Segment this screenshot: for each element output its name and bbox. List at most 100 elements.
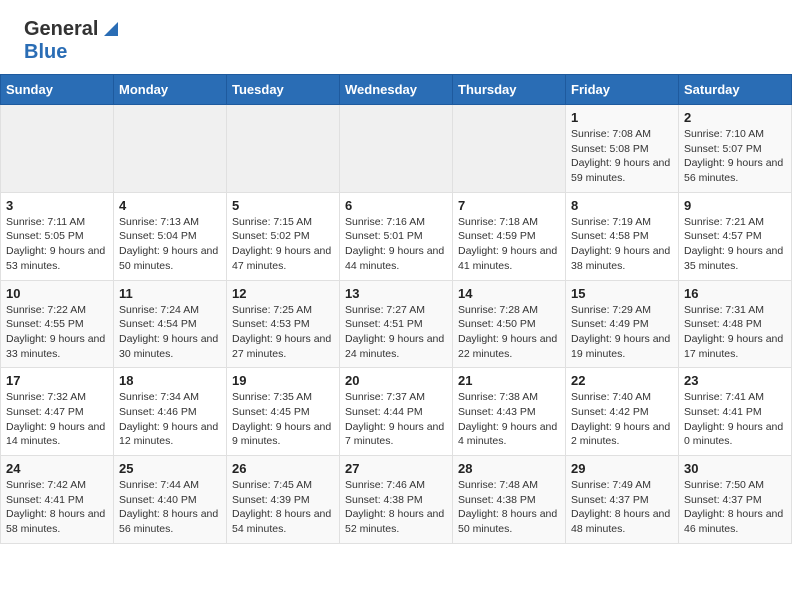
calendar-header: SundayMondayTuesdayWednesdayThursdayFrid… bbox=[1, 75, 792, 105]
day-cell: 6 Sunrise: 7:16 AM Sunset: 5:01 PM Daylig… bbox=[340, 192, 453, 280]
dow-friday: Friday bbox=[566, 75, 679, 105]
day-cell bbox=[453, 105, 566, 193]
day-cell: 16 Sunrise: 7:31 AM Sunset: 4:48 PM Dayli… bbox=[679, 280, 792, 368]
logo-icon bbox=[100, 18, 122, 40]
day-cell: 21Sunrise: 7:38 AM Sunset: 4:43 PM Dayli… bbox=[453, 368, 566, 456]
day-info: Sunrise: 7:25 AM Sunset: 4:53 PM Dayligh… bbox=[232, 303, 334, 362]
day-number: 2 bbox=[684, 110, 786, 125]
day-info: Sunrise: 7:11 AM Sunset: 5:05 PM Dayligh… bbox=[6, 215, 108, 274]
dow-sunday: Sunday bbox=[1, 75, 114, 105]
day-info: Sunrise: 7:41 AM Sunset: 4:41 PM Dayligh… bbox=[684, 390, 786, 449]
day-cell bbox=[340, 105, 453, 193]
day-cell: 8Sunrise: 7:19 AM Sunset: 4:58 PM Daylig… bbox=[566, 192, 679, 280]
day-cell: 30 Sunrise: 7:50 AM Sunset: 4:37 PM Dayli… bbox=[679, 456, 792, 544]
day-number: 18 bbox=[119, 373, 221, 388]
logo-blue-text: Blue bbox=[24, 41, 67, 63]
day-info: Sunrise: 7:24 AM Sunset: 4:54 PM Dayligh… bbox=[119, 303, 221, 362]
day-number: 17 bbox=[6, 373, 108, 388]
day-cell: 27 Sunrise: 7:46 AM Sunset: 4:38 PM Dayli… bbox=[340, 456, 453, 544]
day-cell bbox=[227, 105, 340, 193]
dow-monday: Monday bbox=[114, 75, 227, 105]
day-info: Sunrise: 7:49 AM Sunset: 4:37 PM Dayligh… bbox=[571, 478, 673, 537]
day-info: Sunrise: 7:28 AM Sunset: 4:50 PM Dayligh… bbox=[458, 303, 560, 362]
day-cell: 5 Sunrise: 7:15 AM Sunset: 5:02 PM Daylig… bbox=[227, 192, 340, 280]
day-number: 13 bbox=[345, 286, 447, 301]
day-number: 23 bbox=[684, 373, 786, 388]
day-cell: 20 Sunrise: 7:37 AM Sunset: 4:44 PM Dayli… bbox=[340, 368, 453, 456]
day-cell: 13 Sunrise: 7:27 AM Sunset: 4:51 PM Dayli… bbox=[340, 280, 453, 368]
day-info: Sunrise: 7:34 AM Sunset: 4:46 PM Dayligh… bbox=[119, 390, 221, 449]
day-cell bbox=[114, 105, 227, 193]
dow-thursday: Thursday bbox=[453, 75, 566, 105]
day-info: Sunrise: 7:46 AM Sunset: 4:38 PM Dayligh… bbox=[345, 478, 447, 537]
day-info: Sunrise: 7:21 AM Sunset: 4:57 PM Dayligh… bbox=[684, 215, 786, 274]
day-info: Sunrise: 7:48 AM Sunset: 4:38 PM Dayligh… bbox=[458, 478, 560, 537]
dow-tuesday: Tuesday bbox=[227, 75, 340, 105]
day-info: Sunrise: 7:32 AM Sunset: 4:47 PM Dayligh… bbox=[6, 390, 108, 449]
day-info: Sunrise: 7:31 AM Sunset: 4:48 PM Dayligh… bbox=[684, 303, 786, 362]
day-info: Sunrise: 7:15 AM Sunset: 5:02 PM Dayligh… bbox=[232, 215, 334, 274]
day-cell: 10Sunrise: 7:22 AM Sunset: 4:55 PM Dayli… bbox=[1, 280, 114, 368]
day-number: 25 bbox=[119, 461, 221, 476]
day-number: 6 bbox=[345, 198, 447, 213]
day-info: Sunrise: 7:27 AM Sunset: 4:51 PM Dayligh… bbox=[345, 303, 447, 362]
day-info: Sunrise: 7:13 AM Sunset: 5:04 PM Dayligh… bbox=[119, 215, 221, 274]
day-number: 12 bbox=[232, 286, 334, 301]
day-number: 1 bbox=[571, 110, 673, 125]
week-row: 1 Sunrise: 7:08 AM Sunset: 5:08 PM Daylig… bbox=[1, 105, 792, 193]
day-number: 4 bbox=[119, 198, 221, 213]
day-number: 15 bbox=[571, 286, 673, 301]
page-header: General Blue bbox=[0, 0, 792, 74]
day-info: Sunrise: 7:50 AM Sunset: 4:37 PM Dayligh… bbox=[684, 478, 786, 537]
day-cell: 26 Sunrise: 7:45 AM Sunset: 4:39 PM Dayli… bbox=[227, 456, 340, 544]
day-info: Sunrise: 7:08 AM Sunset: 5:08 PM Dayligh… bbox=[571, 127, 673, 186]
day-cell: 2 Sunrise: 7:10 AM Sunset: 5:07 PM Daylig… bbox=[679, 105, 792, 193]
day-number: 14 bbox=[458, 286, 560, 301]
day-cell: 28Sunrise: 7:48 AM Sunset: 4:38 PM Dayli… bbox=[453, 456, 566, 544]
day-number: 3 bbox=[6, 198, 108, 213]
day-number: 7 bbox=[458, 198, 560, 213]
day-cell: 17 Sunrise: 7:32 AM Sunset: 4:47 PM Dayli… bbox=[1, 368, 114, 456]
day-number: 19 bbox=[232, 373, 334, 388]
day-number: 8 bbox=[571, 198, 673, 213]
day-info: Sunrise: 7:35 AM Sunset: 4:45 PM Dayligh… bbox=[232, 390, 334, 449]
day-cell: 11Sunrise: 7:24 AM Sunset: 4:54 PM Dayli… bbox=[114, 280, 227, 368]
day-info: Sunrise: 7:16 AM Sunset: 5:01 PM Dayligh… bbox=[345, 215, 447, 274]
day-cell: 19 Sunrise: 7:35 AM Sunset: 4:45 PM Dayli… bbox=[227, 368, 340, 456]
day-info: Sunrise: 7:29 AM Sunset: 4:49 PM Dayligh… bbox=[571, 303, 673, 362]
day-cell: 3 Sunrise: 7:11 AM Sunset: 5:05 PM Daylig… bbox=[1, 192, 114, 280]
day-number: 30 bbox=[684, 461, 786, 476]
day-number: 27 bbox=[345, 461, 447, 476]
days-of-week-row: SundayMondayTuesdayWednesdayThursdayFrid… bbox=[1, 75, 792, 105]
day-number: 26 bbox=[232, 461, 334, 476]
day-info: Sunrise: 7:10 AM Sunset: 5:07 PM Dayligh… bbox=[684, 127, 786, 186]
day-cell: 18 Sunrise: 7:34 AM Sunset: 4:46 PM Dayli… bbox=[114, 368, 227, 456]
day-info: Sunrise: 7:38 AM Sunset: 4:43 PM Dayligh… bbox=[458, 390, 560, 449]
day-number: 20 bbox=[345, 373, 447, 388]
day-number: 29 bbox=[571, 461, 673, 476]
logo: General Blue bbox=[24, 18, 122, 64]
calendar-body: 1 Sunrise: 7:08 AM Sunset: 5:08 PM Daylig… bbox=[1, 105, 792, 544]
dow-saturday: Saturday bbox=[679, 75, 792, 105]
day-cell: 9 Sunrise: 7:21 AM Sunset: 4:57 PM Daylig… bbox=[679, 192, 792, 280]
day-cell: 12 Sunrise: 7:25 AM Sunset: 4:53 PM Dayli… bbox=[227, 280, 340, 368]
week-row: 3 Sunrise: 7:11 AM Sunset: 5:05 PM Daylig… bbox=[1, 192, 792, 280]
day-cell: 15 Sunrise: 7:29 AM Sunset: 4:49 PM Dayli… bbox=[566, 280, 679, 368]
day-info: Sunrise: 7:45 AM Sunset: 4:39 PM Dayligh… bbox=[232, 478, 334, 537]
day-number: 24 bbox=[6, 461, 108, 476]
day-info: Sunrise: 7:40 AM Sunset: 4:42 PM Dayligh… bbox=[571, 390, 673, 449]
week-row: 24Sunrise: 7:42 AM Sunset: 4:41 PM Dayli… bbox=[1, 456, 792, 544]
day-number: 9 bbox=[684, 198, 786, 213]
week-row: 10Sunrise: 7:22 AM Sunset: 4:55 PM Dayli… bbox=[1, 280, 792, 368]
day-cell: 7Sunrise: 7:18 AM Sunset: 4:59 PM Daylig… bbox=[453, 192, 566, 280]
day-cell: 14 Sunrise: 7:28 AM Sunset: 4:50 PM Dayli… bbox=[453, 280, 566, 368]
day-cell: 24Sunrise: 7:42 AM Sunset: 4:41 PM Dayli… bbox=[1, 456, 114, 544]
day-cell: 23 Sunrise: 7:41 AM Sunset: 4:41 PM Dayli… bbox=[679, 368, 792, 456]
calendar-table: SundayMondayTuesdayWednesdayThursdayFrid… bbox=[0, 74, 792, 544]
day-cell bbox=[1, 105, 114, 193]
day-info: Sunrise: 7:37 AM Sunset: 4:44 PM Dayligh… bbox=[345, 390, 447, 449]
day-cell: 29 Sunrise: 7:49 AM Sunset: 4:37 PM Dayli… bbox=[566, 456, 679, 544]
day-number: 16 bbox=[684, 286, 786, 301]
day-cell: 25Sunrise: 7:44 AM Sunset: 4:40 PM Dayli… bbox=[114, 456, 227, 544]
day-number: 5 bbox=[232, 198, 334, 213]
